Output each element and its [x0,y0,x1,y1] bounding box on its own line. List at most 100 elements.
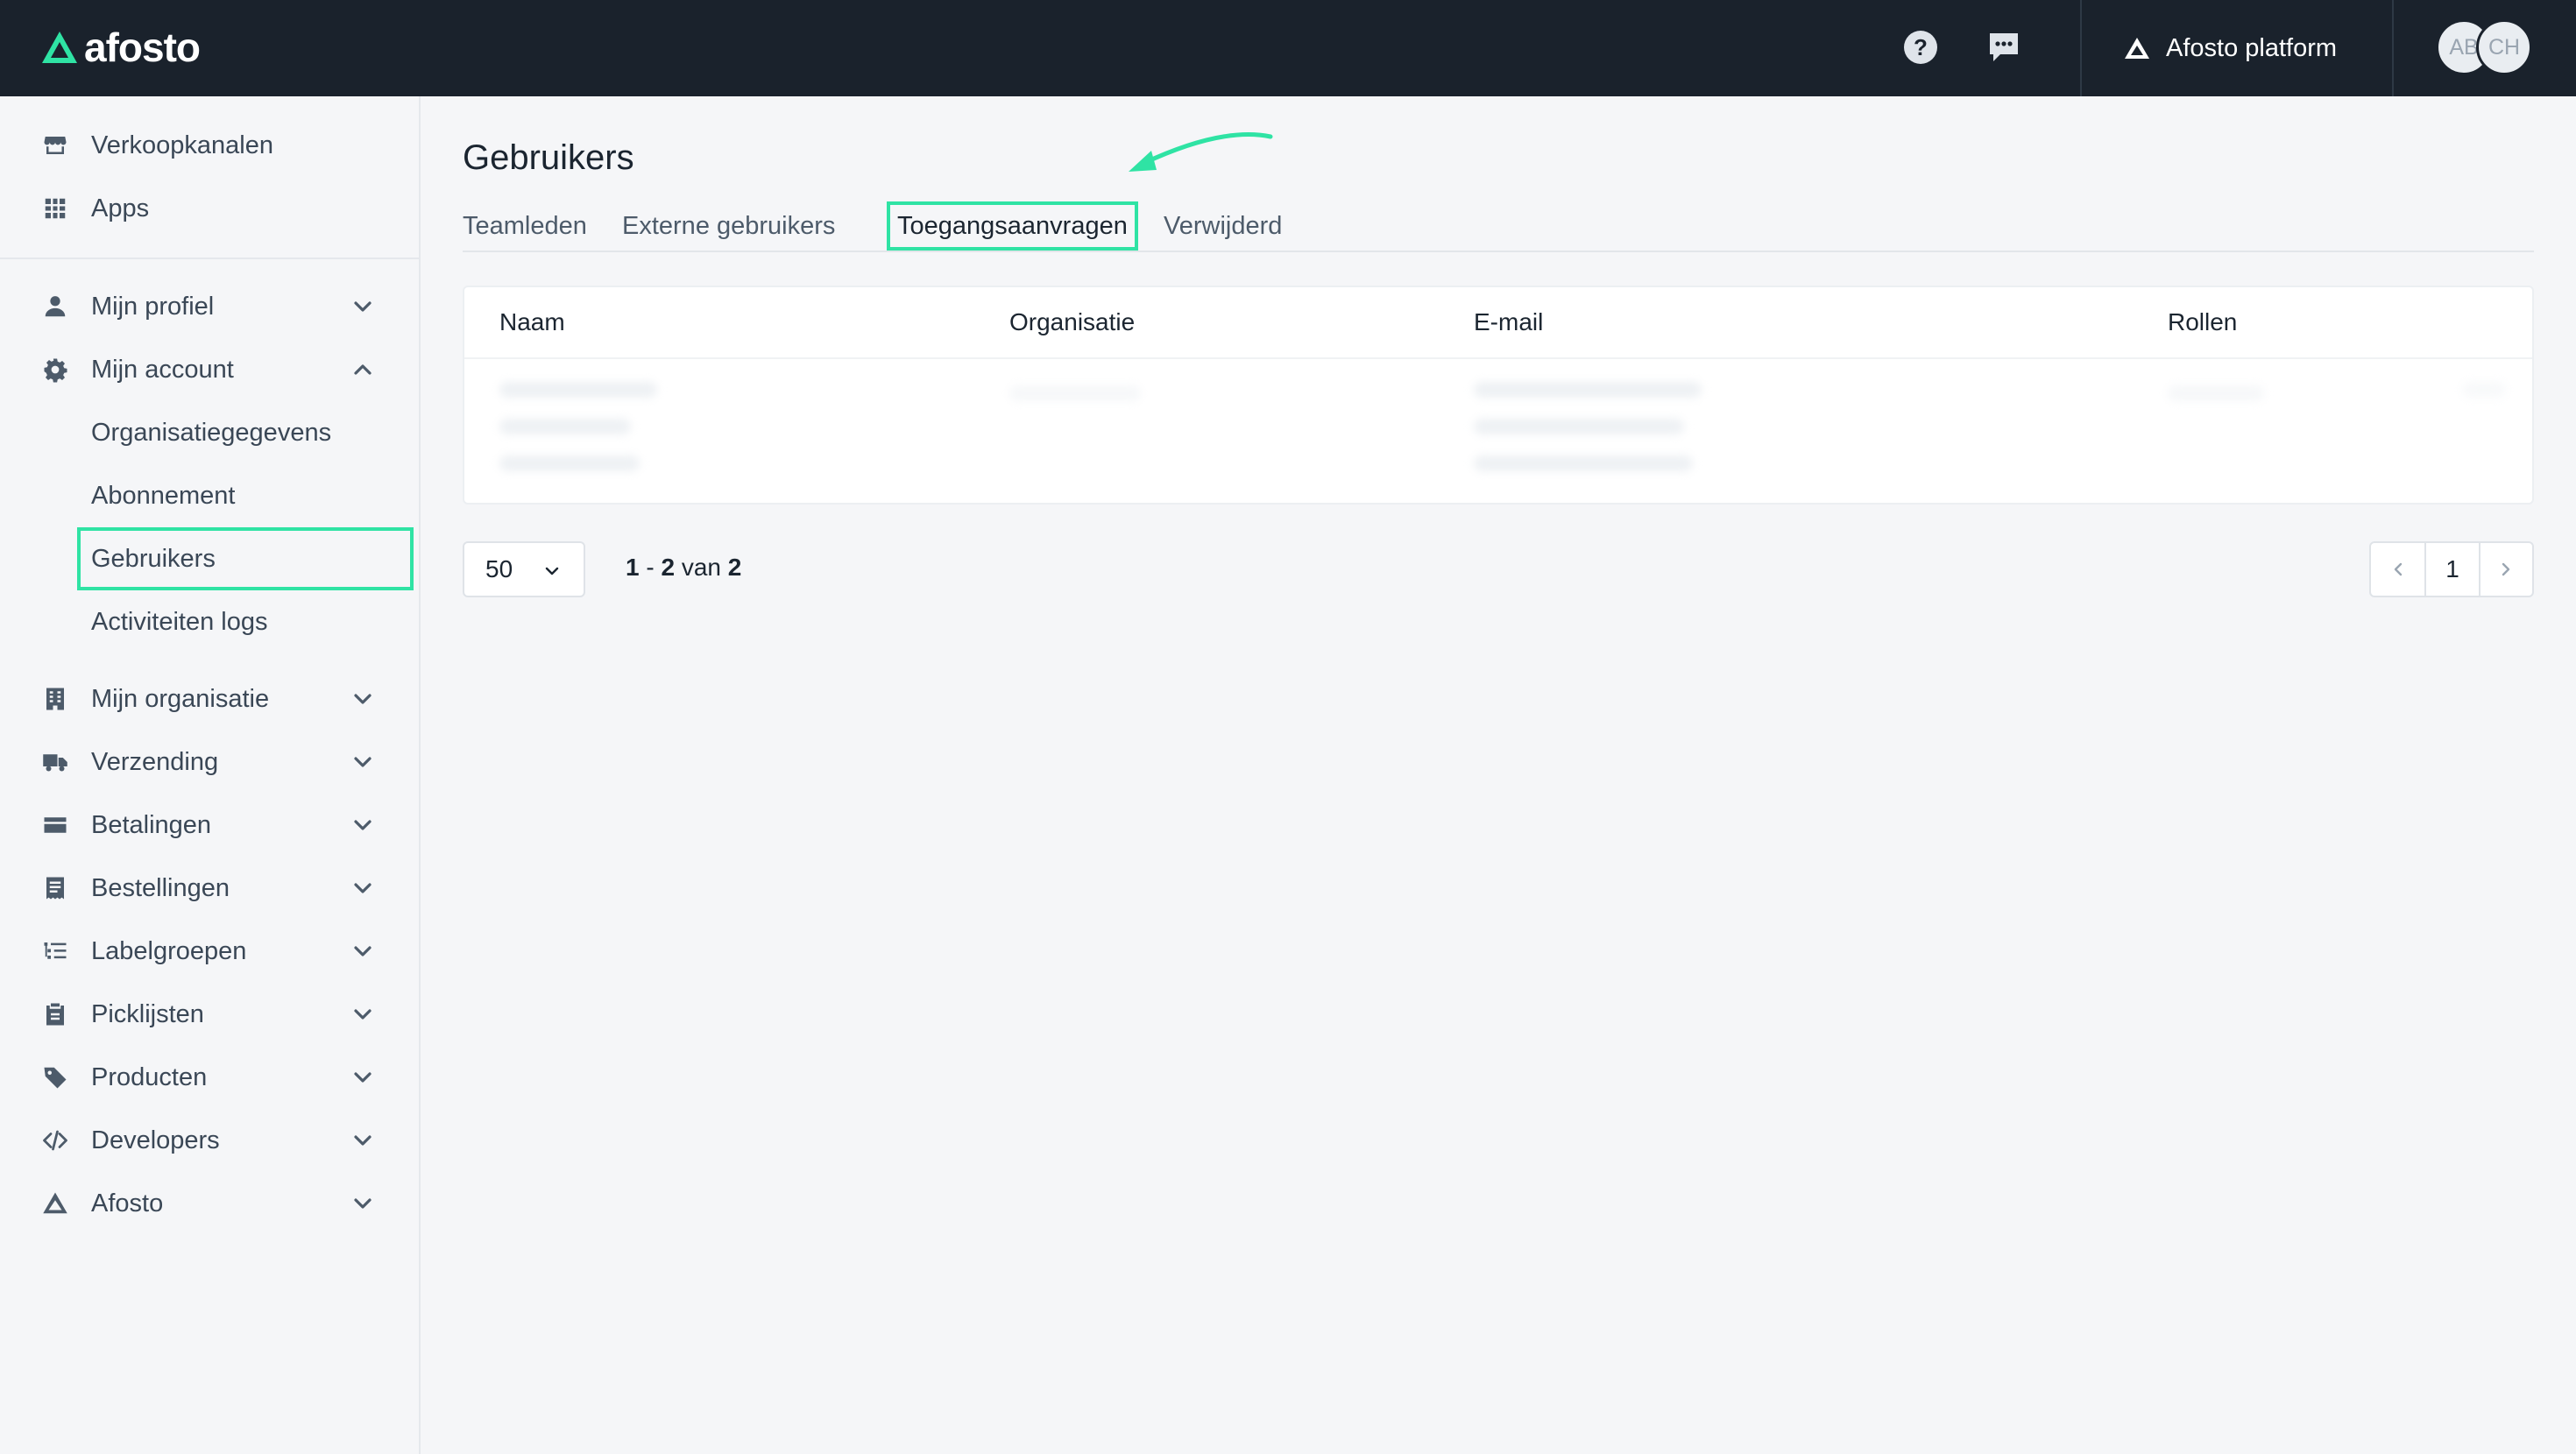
clipboard-icon [40,999,70,1029]
sidebar-item-label: Activiteiten logs [91,607,268,636]
sidebar-item-label: Developers [91,1126,220,1154]
sidebar-item-label: Gebruikers [91,544,216,573]
sidebar-subitem-activiteiten-logs[interactable]: Activiteiten logs [77,594,414,650]
sidebar-item-label: Verzending [91,747,219,776]
chevron-left-icon [2394,562,2402,576]
avatar: CH [2476,19,2532,75]
sidebar-item-label: Afosto [91,1189,164,1218]
chevron-down-icon [354,1198,372,1209]
pagination: 1 [2369,541,2534,597]
user-avatars[interactable]: AB CH [2436,19,2537,75]
platform-switcher[interactable]: Afosto platform [2082,0,2392,96]
users-table: Naam Organisatie E-mail Rollen [463,286,2534,505]
chevron-down-icon [354,301,372,312]
afosto-logo[interactable]: afosto [40,23,201,72]
chevron-up-icon [354,364,372,375]
sidebar-subitem-abonnement[interactable]: Abonnement [77,468,414,524]
range-total: 2 [727,554,742,581]
code-icon [40,1126,70,1155]
tag-icon [40,1062,70,1092]
tab-teamleden[interactable]: Teamleden [463,201,587,251]
prev-page-button[interactable] [2371,543,2424,596]
sidebar-item-producten[interactable]: Producten [0,1051,419,1104]
store-icon [40,131,70,160]
tab-toegangsaanvragen[interactable]: Toegangsaanvragen [887,201,1138,251]
chevron-down-icon [354,1135,372,1146]
sidebar-subitem-organisatiegegevens[interactable]: Organisatiegegevens [77,405,414,461]
per-page-value: 50 [485,555,513,582]
table-row [2462,382,2506,398]
column-header-email[interactable]: E-mail [1474,308,1543,336]
chat-bubble-icon[interactable] [1985,28,2023,67]
chevron-down-icon [545,567,559,575]
sidebar-item-afosto[interactable]: Afosto [0,1177,419,1230]
sidebar-item-label: Apps [91,194,150,222]
sidebar-item-verkoopkanalen[interactable]: Verkoopkanalen [0,119,419,172]
chevron-down-icon [354,1072,372,1083]
column-header-rollen[interactable]: Rollen [2168,308,2237,336]
table-row[interactable] [499,455,640,471]
user-icon [40,292,70,321]
afosto-logo-icon [40,1189,70,1218]
top-bar: afosto ? Afosto platform AB CH [0,0,2576,96]
sidebar-divider [0,258,419,259]
chevron-right-icon [2502,562,2510,576]
receipt-icon [40,873,70,903]
sidebar-item-mijn-account[interactable]: Mijn account [0,343,419,396]
sidebar-item-verzending[interactable]: Verzending [0,736,419,788]
page-title: Gebruikers [463,138,634,177]
table-row[interactable] [499,382,657,398]
sidebar-subitem-gebruikers[interactable]: Gebruikers [77,527,414,590]
sidebar-item-mijn-organisatie[interactable]: Mijn organisatie [0,673,419,725]
sidebar-item-betalingen[interactable]: Betalingen [0,799,419,851]
chevron-down-icon [354,883,372,893]
svg-text:?: ? [1914,34,1928,60]
sidebar-item-developers[interactable]: Developers [0,1114,419,1167]
table-row [1009,385,1141,401]
page-button[interactable]: 1 [2424,543,2478,596]
sidebar-item-label: Mijn account [91,355,234,384]
afosto-platform-icon [2125,38,2149,59]
tabs: Teamleden Externe gebruikers Toegangsaan… [463,201,2534,252]
tab-verwijderd[interactable]: Verwijderd [1164,201,1282,251]
sidebar-item-bestellingen[interactable]: Bestellingen [0,862,419,914]
grid-icon [40,194,70,223]
sidebar-item-label: Betalingen [91,810,212,839]
platform-label: Afosto platform [2166,33,2338,62]
table-row [2168,385,2264,401]
sidebar-item-label: Picklijsten [91,999,204,1028]
table-row [1474,455,1693,471]
sidebar-item-label: Verkoopkanalen [91,131,273,159]
annotation-arrow-icon [1129,132,1273,172]
per-page-select[interactable]: 50 [463,541,585,597]
sidebar-item-label: Bestellingen [91,873,230,902]
pagination-range: 1 - 2 van 2 [626,554,742,581]
table-row [1474,419,1684,434]
table-row[interactable] [499,419,631,434]
range-end: 2 [661,554,676,581]
chevron-down-icon [354,694,372,704]
gear-icon [40,355,70,385]
sidebar-item-picklijsten[interactable]: Picklijsten [0,988,419,1041]
chevron-down-icon [354,757,372,767]
truck-icon [40,747,70,777]
sidebar-item-label: Producten [91,1062,208,1091]
column-header-organisatie[interactable]: Organisatie [1009,308,1135,336]
afosto-logo-icon [42,32,77,63]
sidebar-item-labelgroepen[interactable]: Labelgroepen [0,925,419,978]
question-circle-icon[interactable]: ? [1901,28,1940,67]
chevron-down-icon [354,1009,372,1020]
sidebar-item-mijn-profiel[interactable]: Mijn profiel [0,280,419,333]
next-page-button[interactable] [2478,543,2532,596]
list-icon [40,936,70,966]
chevron-down-icon [354,820,372,830]
column-header-naam[interactable]: Naam [499,308,565,336]
tab-externe-gebruikers[interactable]: Externe gebruikers [622,201,835,251]
range-of: van [681,554,721,581]
sidebar: Verkoopkanalen Apps Mijn profiel Mijn ac… [0,96,421,1454]
credit-card-icon [40,810,70,840]
sidebar-item-label: Mijn profiel [91,292,215,321]
sidebar-item-apps[interactable]: Apps [0,182,419,235]
table-header: Naam Organisatie E-mail Rollen [464,287,2532,359]
sidebar-item-label: Organisatiegegevens [91,418,332,447]
